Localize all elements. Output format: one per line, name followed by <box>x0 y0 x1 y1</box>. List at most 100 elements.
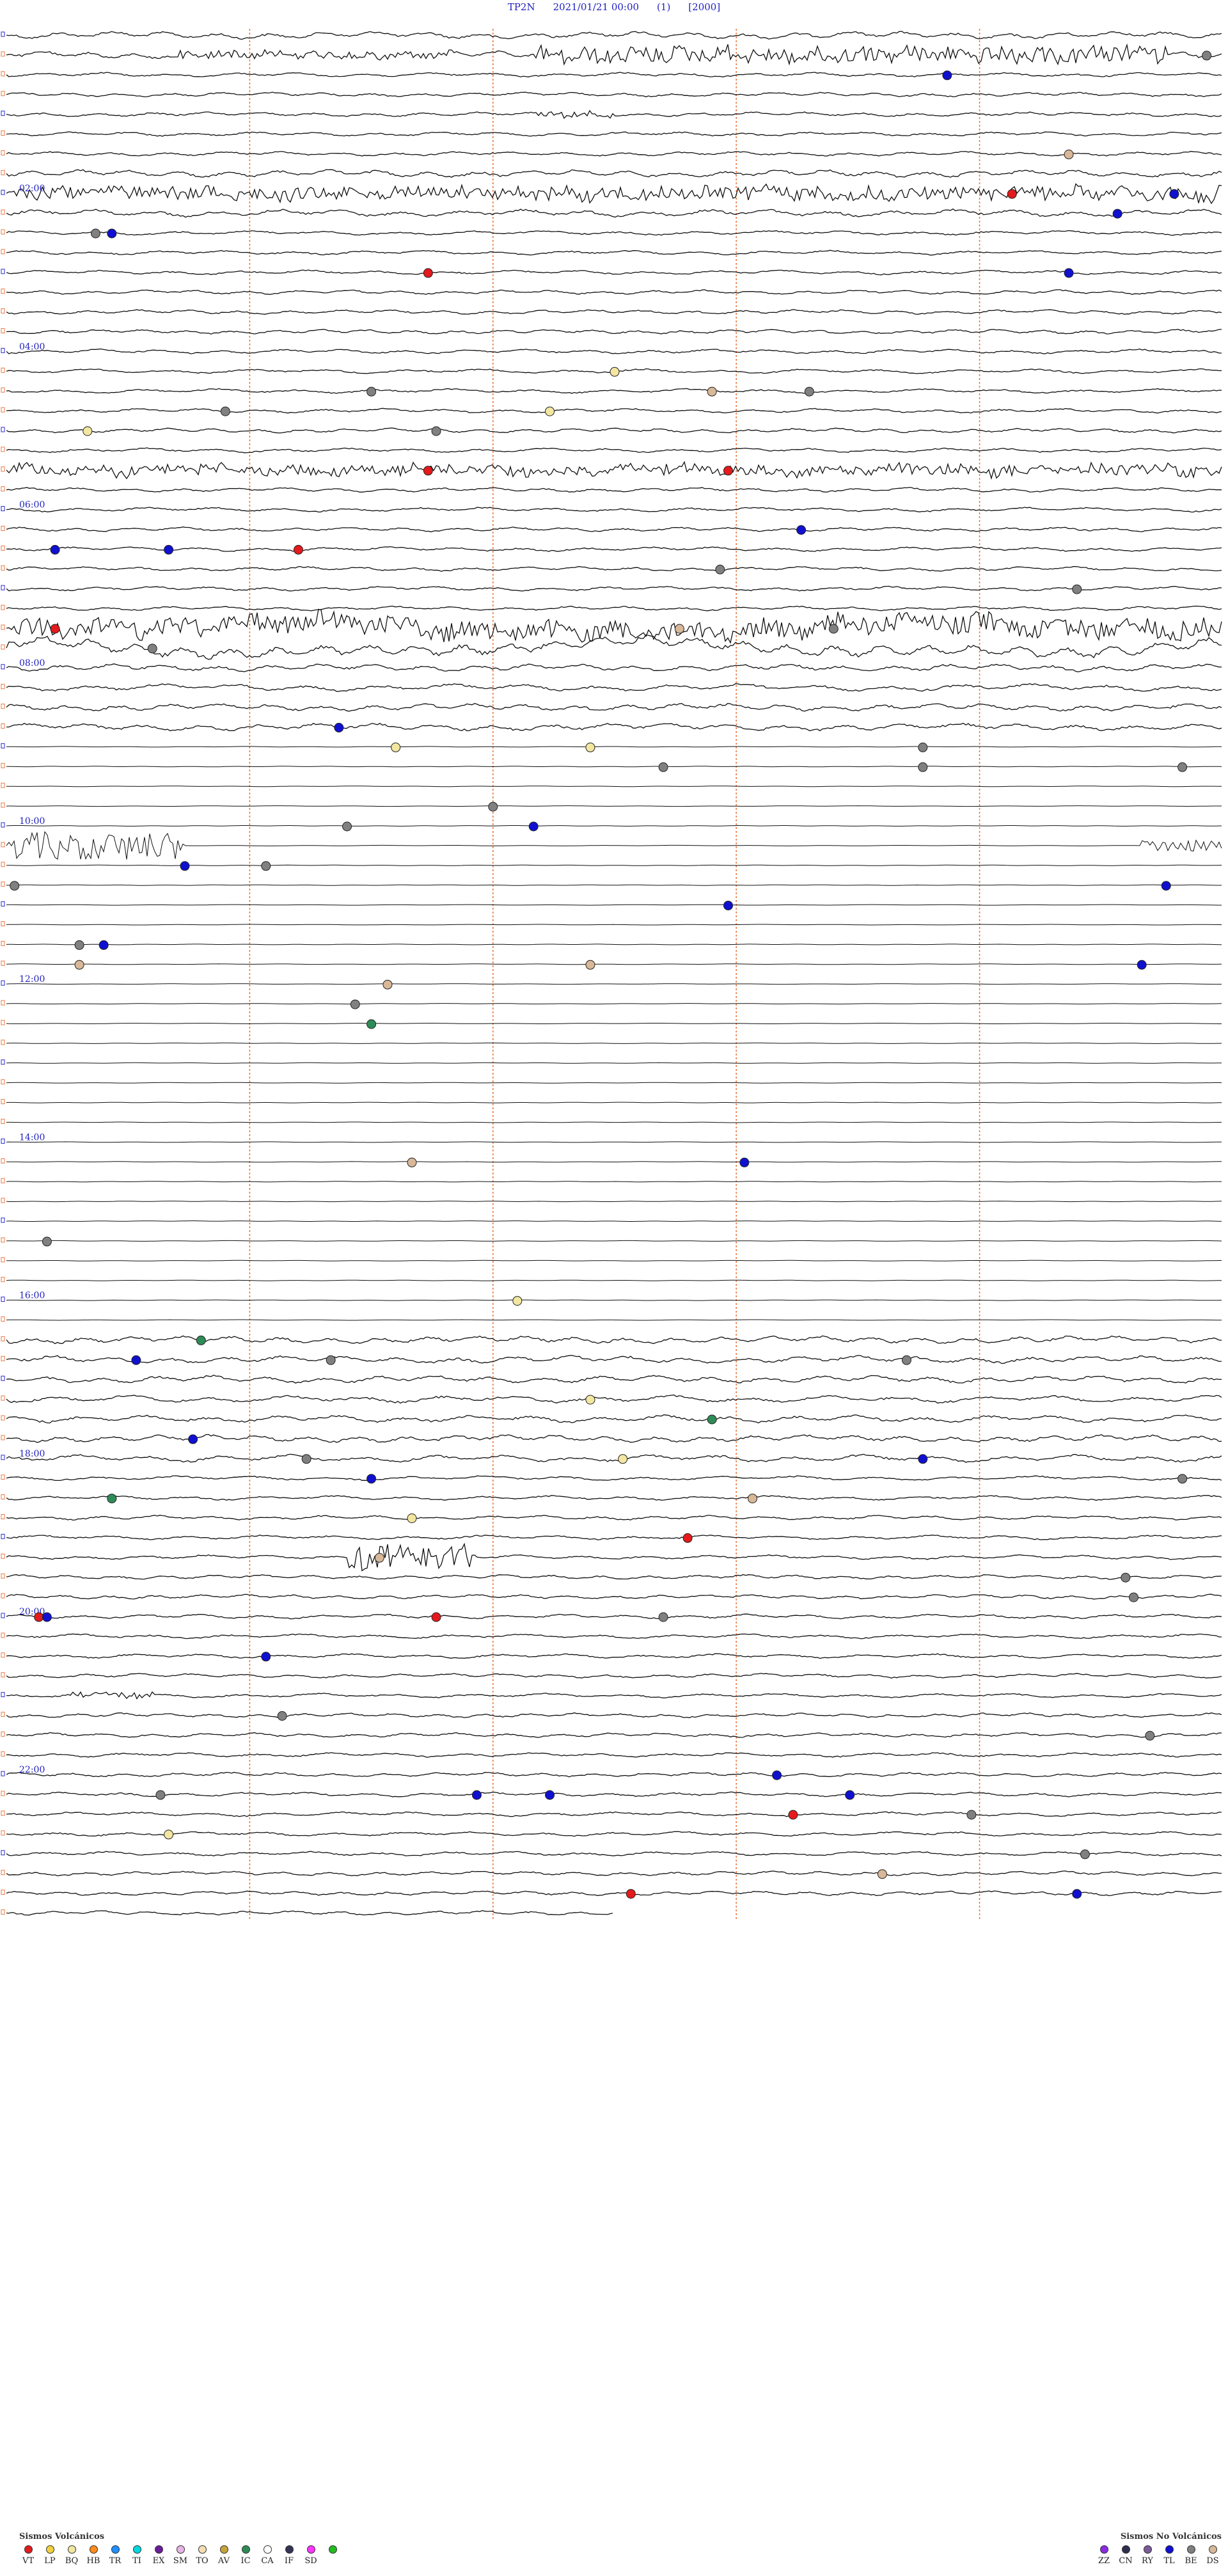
event-marker-ds <box>74 960 84 970</box>
trace-row <box>6 786 1222 787</box>
row-marker <box>1 585 5 590</box>
event-marker-bq <box>164 1829 174 1840</box>
legend-nonvolcanic-title: Sismos No Volcánicos <box>1120 2532 1222 2541</box>
legend-code: TR <box>109 2556 122 2566</box>
row-marker <box>1 1613 5 1618</box>
event-marker-be <box>715 564 725 574</box>
row-marker <box>1 170 5 175</box>
legend-item: AV <box>215 2545 233 2566</box>
event-marker-ic <box>707 1414 717 1425</box>
trace-row <box>6 427 1222 434</box>
row-marker <box>1 960 5 966</box>
event-marker-be <box>10 881 20 891</box>
row-marker <box>1 1277 5 1283</box>
event-marker-bq <box>585 742 595 752</box>
event-marker-be <box>1177 1474 1188 1484</box>
trace-row <box>6 585 1222 592</box>
event-marker-vt <box>1007 189 1017 199</box>
trace-row <box>6 766 1222 768</box>
row-marker <box>1 1000 5 1006</box>
trace-row <box>6 1791 1222 1798</box>
trace-row <box>6 1023 1222 1024</box>
legend-swatch <box>285 2545 294 2554</box>
trace-row <box>6 131 1222 137</box>
row-marker <box>1 189 5 195</box>
legend-swatch <box>328 2545 337 2554</box>
trace-row <box>6 289 1222 295</box>
event-marker-vt <box>34 1612 44 1622</box>
event-marker-be <box>42 1237 52 1247</box>
legend-code: HB <box>86 2556 100 2566</box>
event-marker-tl <box>918 1454 928 1464</box>
trace-row <box>6 1542 1222 1572</box>
row-marker <box>1 1751 5 1757</box>
event-marker-be <box>918 742 928 752</box>
event-marker-be <box>1145 1730 1155 1741</box>
event-marker-ds <box>674 624 684 634</box>
event-marker-tl <box>772 1770 782 1780</box>
trace-row <box>6 831 1222 860</box>
trace-row <box>6 507 1222 513</box>
row-marker <box>1 940 5 946</box>
row-marker <box>1 901 5 907</box>
row-marker <box>1 1731 5 1737</box>
legend-item: SD <box>302 2545 320 2566</box>
trace-row <box>6 1475 1222 1482</box>
event-marker-be <box>261 861 271 871</box>
event-marker-be <box>918 762 928 772</box>
row-marker <box>1 1217 5 1223</box>
row-marker <box>1 1158 5 1164</box>
row-marker <box>1 1712 5 1717</box>
row-marker <box>1 526 5 531</box>
row-marker <box>1 1435 5 1441</box>
legend-swatch <box>306 2545 315 2554</box>
trace-row <box>6 183 1222 205</box>
event-marker-ds <box>1064 149 1074 159</box>
row-marker <box>1 308 5 314</box>
event-marker-tl <box>1137 960 1147 970</box>
trace-row <box>6 722 1222 732</box>
event-marker-be <box>966 1810 977 1820</box>
legend-item: TI <box>128 2545 146 2566</box>
event-marker-tl <box>739 1157 750 1167</box>
row-marker <box>1 1079 5 1085</box>
trace-row <box>6 269 1222 276</box>
trace-row <box>6 702 1222 712</box>
trace-row <box>6 1201 1222 1203</box>
trace-row <box>6 1613 1222 1620</box>
legend-code: LP <box>44 2556 56 2566</box>
event-marker-tl <box>545 1790 555 1800</box>
event-marker-be <box>1072 584 1082 594</box>
legend-item: TO <box>193 2545 211 2566</box>
row-marker <box>1 427 5 432</box>
row-marker <box>1 1474 5 1480</box>
row-marker <box>1 664 5 670</box>
trace-row <box>6 1260 1222 1261</box>
row-marker <box>1 466 5 472</box>
row-marker <box>1 565 5 571</box>
trace-row <box>6 208 1222 218</box>
legend-swatch <box>1143 2545 1152 2554</box>
trace-row <box>6 1593 1222 1600</box>
trace-row <box>6 461 1222 480</box>
row-marker <box>1 1771 5 1776</box>
row-marker <box>1 1099 5 1105</box>
trace-row <box>6 1673 1222 1679</box>
hour-label: 10:00 <box>19 816 45 826</box>
legend-swatch <box>219 2545 228 2554</box>
trace-row <box>6 249 1222 256</box>
event-marker-tl <box>1072 1889 1082 1899</box>
event-marker-tl <box>796 525 807 535</box>
trace-row <box>6 1752 1222 1758</box>
row-marker <box>1 1692 5 1698</box>
legend-swatch <box>111 2545 120 2554</box>
trace-row <box>6 634 1222 660</box>
trace-row <box>6 1851 1222 1856</box>
legend-code: TL <box>1163 2556 1175 2566</box>
trace-row <box>6 329 1222 335</box>
hour-label: 18:00 <box>19 1449 45 1459</box>
row-marker <box>1 1395 5 1401</box>
trace-row <box>6 43 1222 66</box>
legend-swatch <box>241 2545 250 2554</box>
helicorder-plot: 02:00 04:00 06:00 08:00 10:00 12:00 14:00 16:00… <box>1 29 1222 1920</box>
